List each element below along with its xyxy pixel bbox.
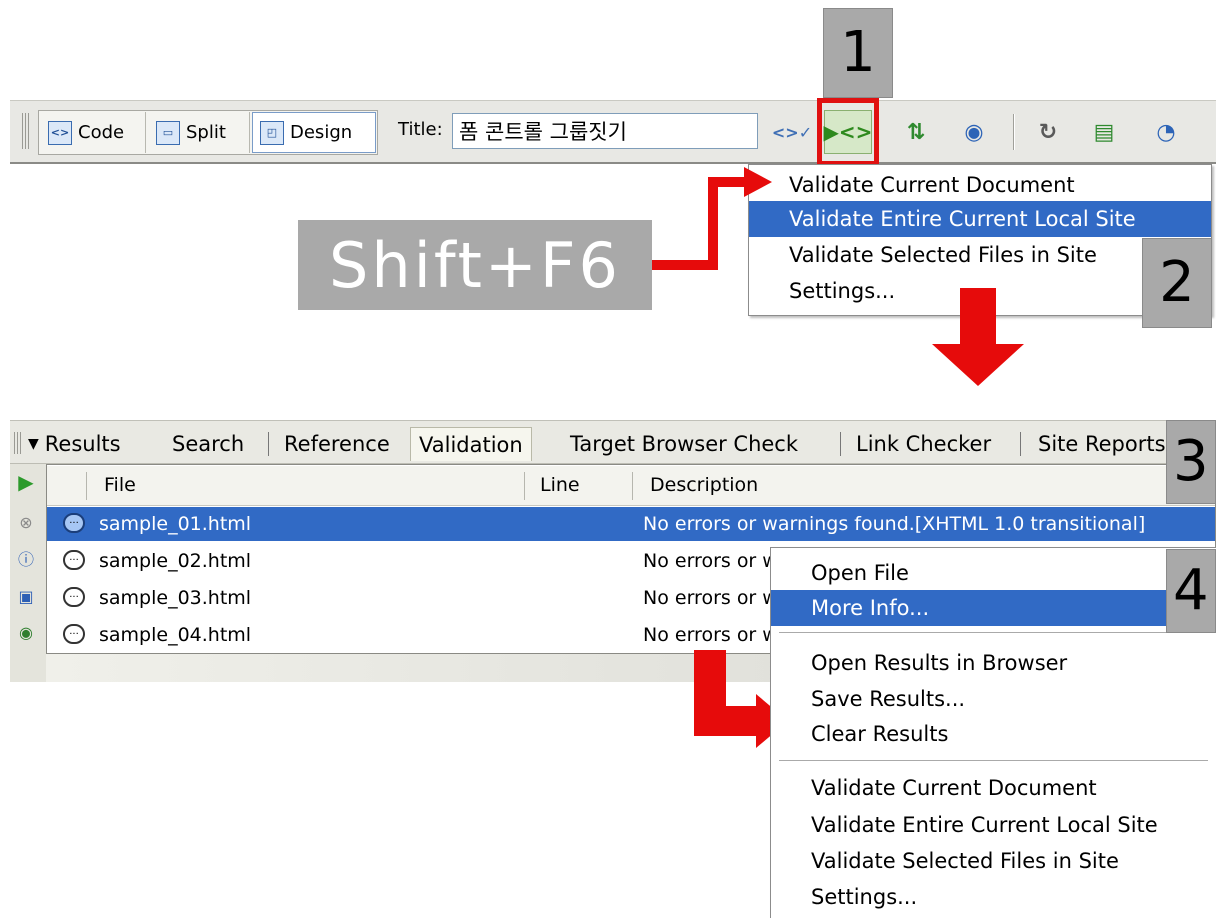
menu-separator [779, 760, 1208, 761]
column-separator [524, 472, 525, 500]
split-view-icon: ▭ [156, 120, 180, 145]
menu-item-label: Settings... [811, 885, 918, 909]
results-context-menu: Open File More Info... Open Results in B… [770, 547, 1216, 918]
menu-item-label: Clear Results [811, 722, 949, 746]
menu-item-label: Save Results... [811, 687, 966, 711]
message-icon: ··· [63, 624, 85, 644]
menu-separator [779, 632, 1208, 633]
row-description: No errors or w [643, 587, 778, 609]
arrow-segment [694, 706, 758, 736]
arrow-segment [652, 260, 716, 270]
arrow-down-head [932, 344, 1024, 386]
code-view-icon: <> [48, 120, 72, 145]
browser-compat-icon[interactable]: <>✓ [770, 114, 814, 150]
menu-item-label: Settings... [789, 279, 896, 303]
menu-item-label: Open Results in Browser [811, 651, 1068, 675]
browse-icon[interactable]: ◉ [14, 620, 38, 644]
column-separator [86, 472, 87, 500]
row-file: sample_03.html [99, 587, 252, 609]
info-icon[interactable]: ⓘ [14, 546, 38, 570]
message-icon: ··· [63, 550, 85, 570]
tab-site-reports[interactable]: Site Reports [1038, 427, 1166, 461]
tab-validation[interactable]: Validation [410, 427, 532, 461]
panel-grip[interactable] [14, 432, 22, 454]
menu-clear-results[interactable]: Clear Results [771, 716, 1216, 752]
menu-validate-current-document[interactable]: Validate Current Document [749, 167, 1211, 203]
code-view-label: Code [78, 122, 125, 143]
menu-save-results[interactable]: Save Results... [771, 681, 1216, 717]
results-panel-title: Results [44, 432, 121, 456]
split-view-label: Split [186, 122, 226, 143]
menu-item-label: Validate Entire Current Local Site [811, 813, 1158, 837]
menu-settings[interactable]: Settings... [771, 879, 1216, 915]
menu-item-label: Validate Selected Files in Site [789, 243, 1097, 267]
split-view-button[interactable]: ▭ Split [148, 112, 250, 153]
arrow-down-shaft [960, 288, 996, 346]
message-icon: ··· [63, 513, 85, 533]
results-panel-toggle[interactable]: ▼ Results [28, 427, 121, 461]
callout-1: 1 [823, 8, 893, 98]
arrow-segment [708, 177, 748, 187]
callout-3: 3 [1166, 420, 1216, 504]
visual-aids-icon[interactable]: ◔ [1142, 114, 1190, 150]
design-view-button[interactable]: ◰ Design [252, 112, 376, 153]
page-title-field[interactable]: 폼 콘트롤 그룹짓기 [452, 113, 758, 149]
row-file: sample_02.html [99, 550, 252, 572]
tab-separator [268, 432, 269, 456]
tab-reference[interactable]: Reference [284, 427, 390, 461]
view-options-icon[interactable]: ▤ [1080, 114, 1128, 150]
row-file: sample_01.html [99, 513, 252, 535]
tab-link-checker[interactable]: Link Checker [856, 427, 991, 461]
column-description[interactable]: Description [650, 474, 758, 496]
menu-open-results-in-browser[interactable]: Open Results in Browser [771, 645, 1216, 681]
menu-item-label: Validate Current Document [789, 173, 1075, 197]
results-table-header [47, 466, 1215, 506]
menu-validate-current-document[interactable]: Validate Current Document [771, 770, 1216, 806]
code-view-button[interactable]: <> Code [40, 112, 146, 153]
save-icon[interactable]: ▣ [14, 584, 38, 608]
menu-validate-entire-site[interactable]: Validate Entire Current Local Site [749, 201, 1211, 237]
tab-separator [1020, 432, 1021, 456]
menu-item-label: Validate Current Document [811, 776, 1097, 800]
tab-separator [840, 432, 841, 456]
table-row[interactable]: ··· sample_01.html No errors or warnings… [47, 507, 1215, 541]
menu-more-info[interactable]: More Info... [771, 590, 1216, 626]
column-separator [632, 472, 633, 500]
refresh-icon[interactable]: ↻ [1030, 114, 1066, 150]
row-description: No errors or w [643, 624, 778, 646]
message-icon: ··· [63, 587, 85, 607]
title-label: Title: [398, 119, 443, 140]
tab-search[interactable]: Search [172, 427, 244, 461]
validate-icon: ▶<> [823, 120, 873, 144]
menu-item-label: Validate Entire Current Local Site [789, 207, 1136, 231]
shortcut-label: Shift+F6 [298, 220, 652, 310]
preview-browser-icon[interactable]: ◉ [952, 114, 996, 150]
menu-validate-selected-files[interactable]: Validate Selected Files in Site [771, 843, 1216, 879]
menu-item-label: Open File [811, 561, 909, 585]
arrow-head-right [744, 167, 772, 197]
callout-2: 2 [1142, 238, 1212, 328]
triangle-down-icon: ▼ [28, 436, 39, 452]
column-line[interactable]: Line [540, 474, 580, 496]
row-file: sample_04.html [99, 624, 252, 646]
design-view-label: Design [290, 122, 353, 143]
stop-icon[interactable]: ⊗ [14, 510, 38, 534]
callout-4: 4 [1166, 549, 1216, 633]
menu-item-label: More Info... [811, 596, 930, 620]
menu-item-label: Validate Selected Files in Site [811, 849, 1119, 873]
row-description: No errors or w [643, 550, 778, 572]
results-side-toolbar [10, 464, 46, 682]
validate-run-icon[interactable]: ▶ [14, 470, 38, 494]
validate-button[interactable]: ▶<> [824, 110, 872, 154]
file-transfer-icon[interactable]: ⇅ [892, 114, 940, 150]
toolbar-separator [1013, 114, 1015, 150]
menu-validate-entire-site[interactable]: Validate Entire Current Local Site [771, 807, 1216, 843]
design-view-icon: ◰ [260, 120, 284, 145]
tab-target-browser-check[interactable]: Target Browser Check [570, 427, 798, 461]
toolbar-grip[interactable] [22, 113, 30, 149]
arrow-segment [708, 177, 718, 270]
column-file[interactable]: File [104, 474, 136, 496]
menu-open-file[interactable]: Open File [771, 555, 1216, 591]
row-description: No errors or warnings found.[XHTML 1.0 t… [643, 513, 1146, 535]
